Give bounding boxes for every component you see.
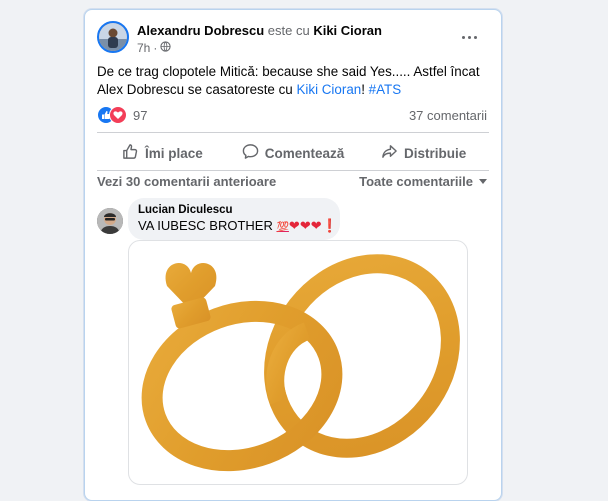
hashtag-link[interactable]: #ATS [369, 82, 402, 97]
comment-body: VA IUBESC BROTHER [138, 218, 277, 233]
commenter-avatar[interactable] [97, 208, 123, 234]
thumbs-up-icon [122, 143, 139, 163]
globe-icon[interactable] [160, 41, 171, 55]
reaction-count[interactable]: 97 [133, 108, 147, 123]
post-text-body: De ce trag clopotele Mitică: because she… [97, 64, 480, 97]
post-card: Alexandru Dobrescu este cu Kiki Cioran 7… [84, 9, 502, 501]
post-meta: 7h · [137, 41, 171, 55]
with-text: este cu [267, 23, 310, 38]
comments-count[interactable]: 37 comentarii [409, 108, 487, 123]
hundred-emoji: 💯 [276, 222, 289, 233]
share-label: Distribuie [404, 145, 467, 161]
comment-text: VA IUBESC BROTHER 💯❤❤❤❗ [138, 218, 338, 234]
divider [97, 132, 489, 133]
view-previous-comments[interactable]: Vezi 30 comentarii anterioare [97, 174, 276, 189]
post-text-end: ! [361, 82, 369, 97]
commenter-name[interactable]: Lucian Diculescu [138, 204, 330, 216]
reaction-icons[interactable] [97, 106, 129, 124]
post-text: De ce trag clopotele Mitică: because she… [97, 63, 492, 99]
like-label: Îmi place [144, 145, 203, 161]
heart-emojis: ❤❤❤ [288, 218, 322, 233]
love-icon [109, 106, 127, 124]
comment-label: Comentează [264, 145, 345, 161]
author-line: Alexandru Dobrescu este cu Kiki Cioran [137, 23, 382, 38]
reactions-bar: 97 37 comentarii [97, 105, 489, 125]
comment-bubble: Lucian Diculescu VA IUBESC BROTHER 💯❤❤❤❗ [128, 198, 340, 240]
like-button[interactable]: Îmi place [97, 136, 228, 170]
post-time[interactable]: 7h [137, 41, 150, 55]
divider [97, 170, 489, 171]
share-button[interactable]: Distribuie [358, 136, 489, 170]
comment-sort-dropdown[interactable]: Toate comentariile [359, 174, 487, 189]
comments-bar: Vezi 30 comentarii anterioare Toate come… [97, 174, 489, 194]
more-options-icon[interactable] [457, 27, 481, 47]
author-name[interactable]: Alexandru Dobrescu [137, 23, 264, 38]
post-header: Alexandru Dobrescu este cu Kiki Cioran 7… [97, 21, 489, 57]
comment-icon [242, 143, 259, 163]
action-bar: Îmi place Comentează Distribuie [97, 136, 489, 170]
exclamation-emoji: ❗ [321, 218, 338, 233]
tagged-link[interactable]: Kiki Cioran [296, 82, 361, 97]
share-icon [381, 143, 398, 163]
caret-down-icon [479, 179, 487, 184]
author-avatar[interactable] [97, 21, 129, 53]
comment-image-rings[interactable] [128, 240, 468, 485]
comment-button[interactable]: Comentează [228, 136, 359, 170]
tagged-name[interactable]: Kiki Cioran [313, 23, 382, 38]
sort-label: Toate comentariile [359, 174, 473, 189]
